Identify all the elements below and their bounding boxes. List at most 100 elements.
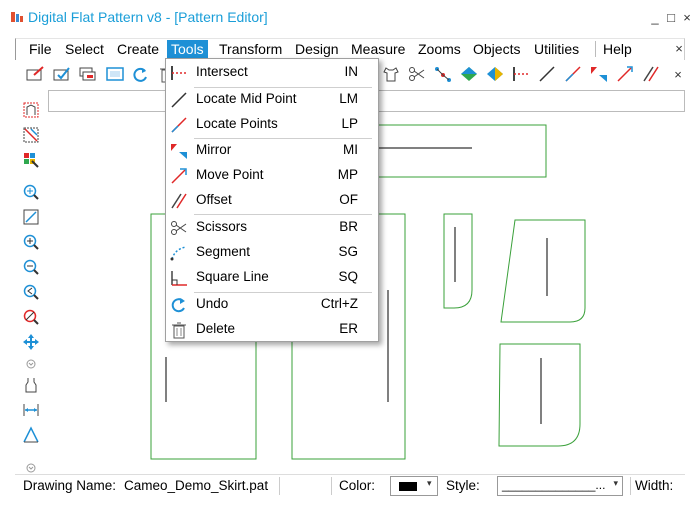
intersect-icon[interactable] <box>510 63 532 85</box>
segment-icon <box>169 243 189 263</box>
rectangle-check-icon[interactable] <box>51 63 73 85</box>
menu-item-locate-points[interactable]: Locate Points LP <box>166 112 378 137</box>
menu-item-offset[interactable]: Offset OF <box>166 188 378 213</box>
menu-transform[interactable]: Transform <box>215 40 286 59</box>
toolbar-close-button[interactable]: × <box>671 67 685 82</box>
menu-item-shortcut: IN <box>344 64 359 79</box>
dart-icon[interactable] <box>21 425 41 445</box>
diamond-icon[interactable] <box>484 63 506 85</box>
menu-tools[interactable]: Tools <box>167 40 208 59</box>
zoom-extents-icon[interactable] <box>21 307 41 327</box>
menu-select[interactable]: Select <box>61 40 108 59</box>
move-point-icon[interactable] <box>614 63 636 85</box>
menu-item-label: Scissors <box>196 219 248 234</box>
tools-dropdown-menu: Intersect IN Locate Mid Point LM Locate … <box>165 58 379 342</box>
zoom-out-icon[interactable] <box>21 257 41 277</box>
menu-utilities[interactable]: Utilities <box>530 40 583 59</box>
toolbar-scroll-icon[interactable] <box>21 354 41 374</box>
maximize-button[interactable]: □ <box>664 10 678 25</box>
menu-item-label: Mirror <box>196 142 232 157</box>
menu-item-intersect[interactable]: Intersect IN <box>166 60 378 85</box>
undo-icon <box>169 295 189 315</box>
pattern-piece-waistband <box>377 124 547 178</box>
chevron-down-icon: ▾ <box>613 478 618 488</box>
pattern-piece-pocket-upper <box>500 219 586 323</box>
zoom-in-icon[interactable] <box>21 232 41 252</box>
menu-separator <box>595 41 596 57</box>
color-dropdown[interactable]: ▾ <box>390 476 438 496</box>
pattern-piece-icon[interactable] <box>21 100 41 120</box>
offset-icon[interactable] <box>640 63 662 85</box>
rectangle-edit-icon[interactable] <box>24 63 46 85</box>
style-dropdown[interactable]: ______________... ▾ <box>497 476 623 496</box>
status-separator <box>630 477 631 495</box>
menu-item-scissors[interactable]: Scissors BR <box>166 215 378 240</box>
diamond-split-icon[interactable] <box>458 63 480 85</box>
style-value: ______________... <box>502 478 606 492</box>
menu-item-move-point[interactable]: Move Point MP <box>166 163 378 188</box>
status-separator <box>279 477 280 495</box>
window-icon[interactable] <box>104 63 126 85</box>
color-swatch <box>399 482 417 491</box>
mdi-close-button[interactable]: × <box>672 41 686 56</box>
menu-item-square-line[interactable]: Square Line SQ <box>166 265 378 290</box>
garment-icon[interactable] <box>380 63 402 85</box>
color-grid-icon[interactable] <box>21 150 41 170</box>
measure-width-icon[interactable] <box>21 400 41 420</box>
menu-item-shortcut: MP <box>337 167 358 182</box>
menu-item-label: Segment <box>196 244 251 259</box>
stack-icon[interactable] <box>77 63 99 85</box>
menu-item-segment[interactable]: Segment SG <box>166 240 378 265</box>
rotate-icon[interactable] <box>130 63 152 85</box>
zoom-previous-icon[interactable] <box>21 282 41 302</box>
line-points-icon[interactable] <box>562 63 584 85</box>
menu-item-undo[interactable]: Undo Ctrl+Z <box>166 292 378 317</box>
drawing-name-label: Drawing Name: <box>23 478 117 493</box>
menu-zooms[interactable]: Zooms <box>414 40 465 59</box>
menu-help[interactable]: Help <box>599 40 636 59</box>
zoom-all-icon[interactable] <box>21 182 41 202</box>
menu-item-locate-mid-point[interactable]: Locate Mid Point LM <box>166 87 378 112</box>
scissors-icon <box>169 218 189 238</box>
drawing-name-value: Cameo_Demo_Skirt.pat <box>124 478 269 493</box>
node-path-icon[interactable] <box>432 63 454 85</box>
select-cross-icon[interactable] <box>21 125 41 145</box>
minimize-button[interactable]: _ <box>648 10 662 25</box>
menu-item-label: Intersect <box>196 64 248 79</box>
chevron-down-icon: ▾ <box>427 478 432 488</box>
menu-design[interactable]: Design <box>291 40 343 59</box>
menu-create[interactable]: Create <box>113 40 163 59</box>
square-line-icon <box>169 268 189 288</box>
menu-item-label: Locate Points <box>196 116 278 131</box>
width-label: Width: <box>635 478 674 493</box>
menu-item-shortcut: LP <box>341 116 358 131</box>
mirror-icon[interactable] <box>588 63 610 85</box>
scissors-icon[interactable] <box>406 63 428 85</box>
zoom-window-icon[interactable] <box>21 207 41 227</box>
menu-item-shortcut: MI <box>343 142 358 157</box>
close-button[interactable]: × <box>680 10 694 25</box>
menu-item-delete[interactable]: Delete ER <box>166 317 378 342</box>
menu-item-shortcut: ER <box>339 321 358 336</box>
menu-file[interactable]: File <box>25 40 56 59</box>
menu-item-label: Move Point <box>196 167 264 182</box>
menu-measure[interactable]: Measure <box>347 40 409 59</box>
menu-bar: File Select Create Tools Transform Desig… <box>15 38 685 60</box>
menu-item-shortcut: SG <box>338 244 358 259</box>
pattern-piece-pocket-small <box>443 213 473 309</box>
bodice-icon[interactable] <box>21 375 41 395</box>
menu-item-mirror[interactable]: Mirror MI <box>166 138 378 163</box>
menu-item-shortcut: BR <box>339 219 358 234</box>
pan-icon[interactable] <box>21 332 41 352</box>
menu-item-label: Locate Mid Point <box>196 91 297 106</box>
menu-objects[interactable]: Objects <box>469 40 524 59</box>
menu-item-shortcut: LM <box>339 91 358 106</box>
left-toolbar <box>15 92 47 473</box>
menu-item-label: Undo <box>196 296 229 311</box>
line-icon[interactable] <box>536 63 558 85</box>
window-title: Digital Flat Pattern v8 - [Pattern Edito… <box>28 9 268 25</box>
menu-item-shortcut: SQ <box>338 269 358 284</box>
delete-icon <box>169 320 189 340</box>
style-label: Style: <box>446 478 480 493</box>
title-bar: Digital Flat Pattern v8 - [Pattern Edito… <box>0 0 700 34</box>
